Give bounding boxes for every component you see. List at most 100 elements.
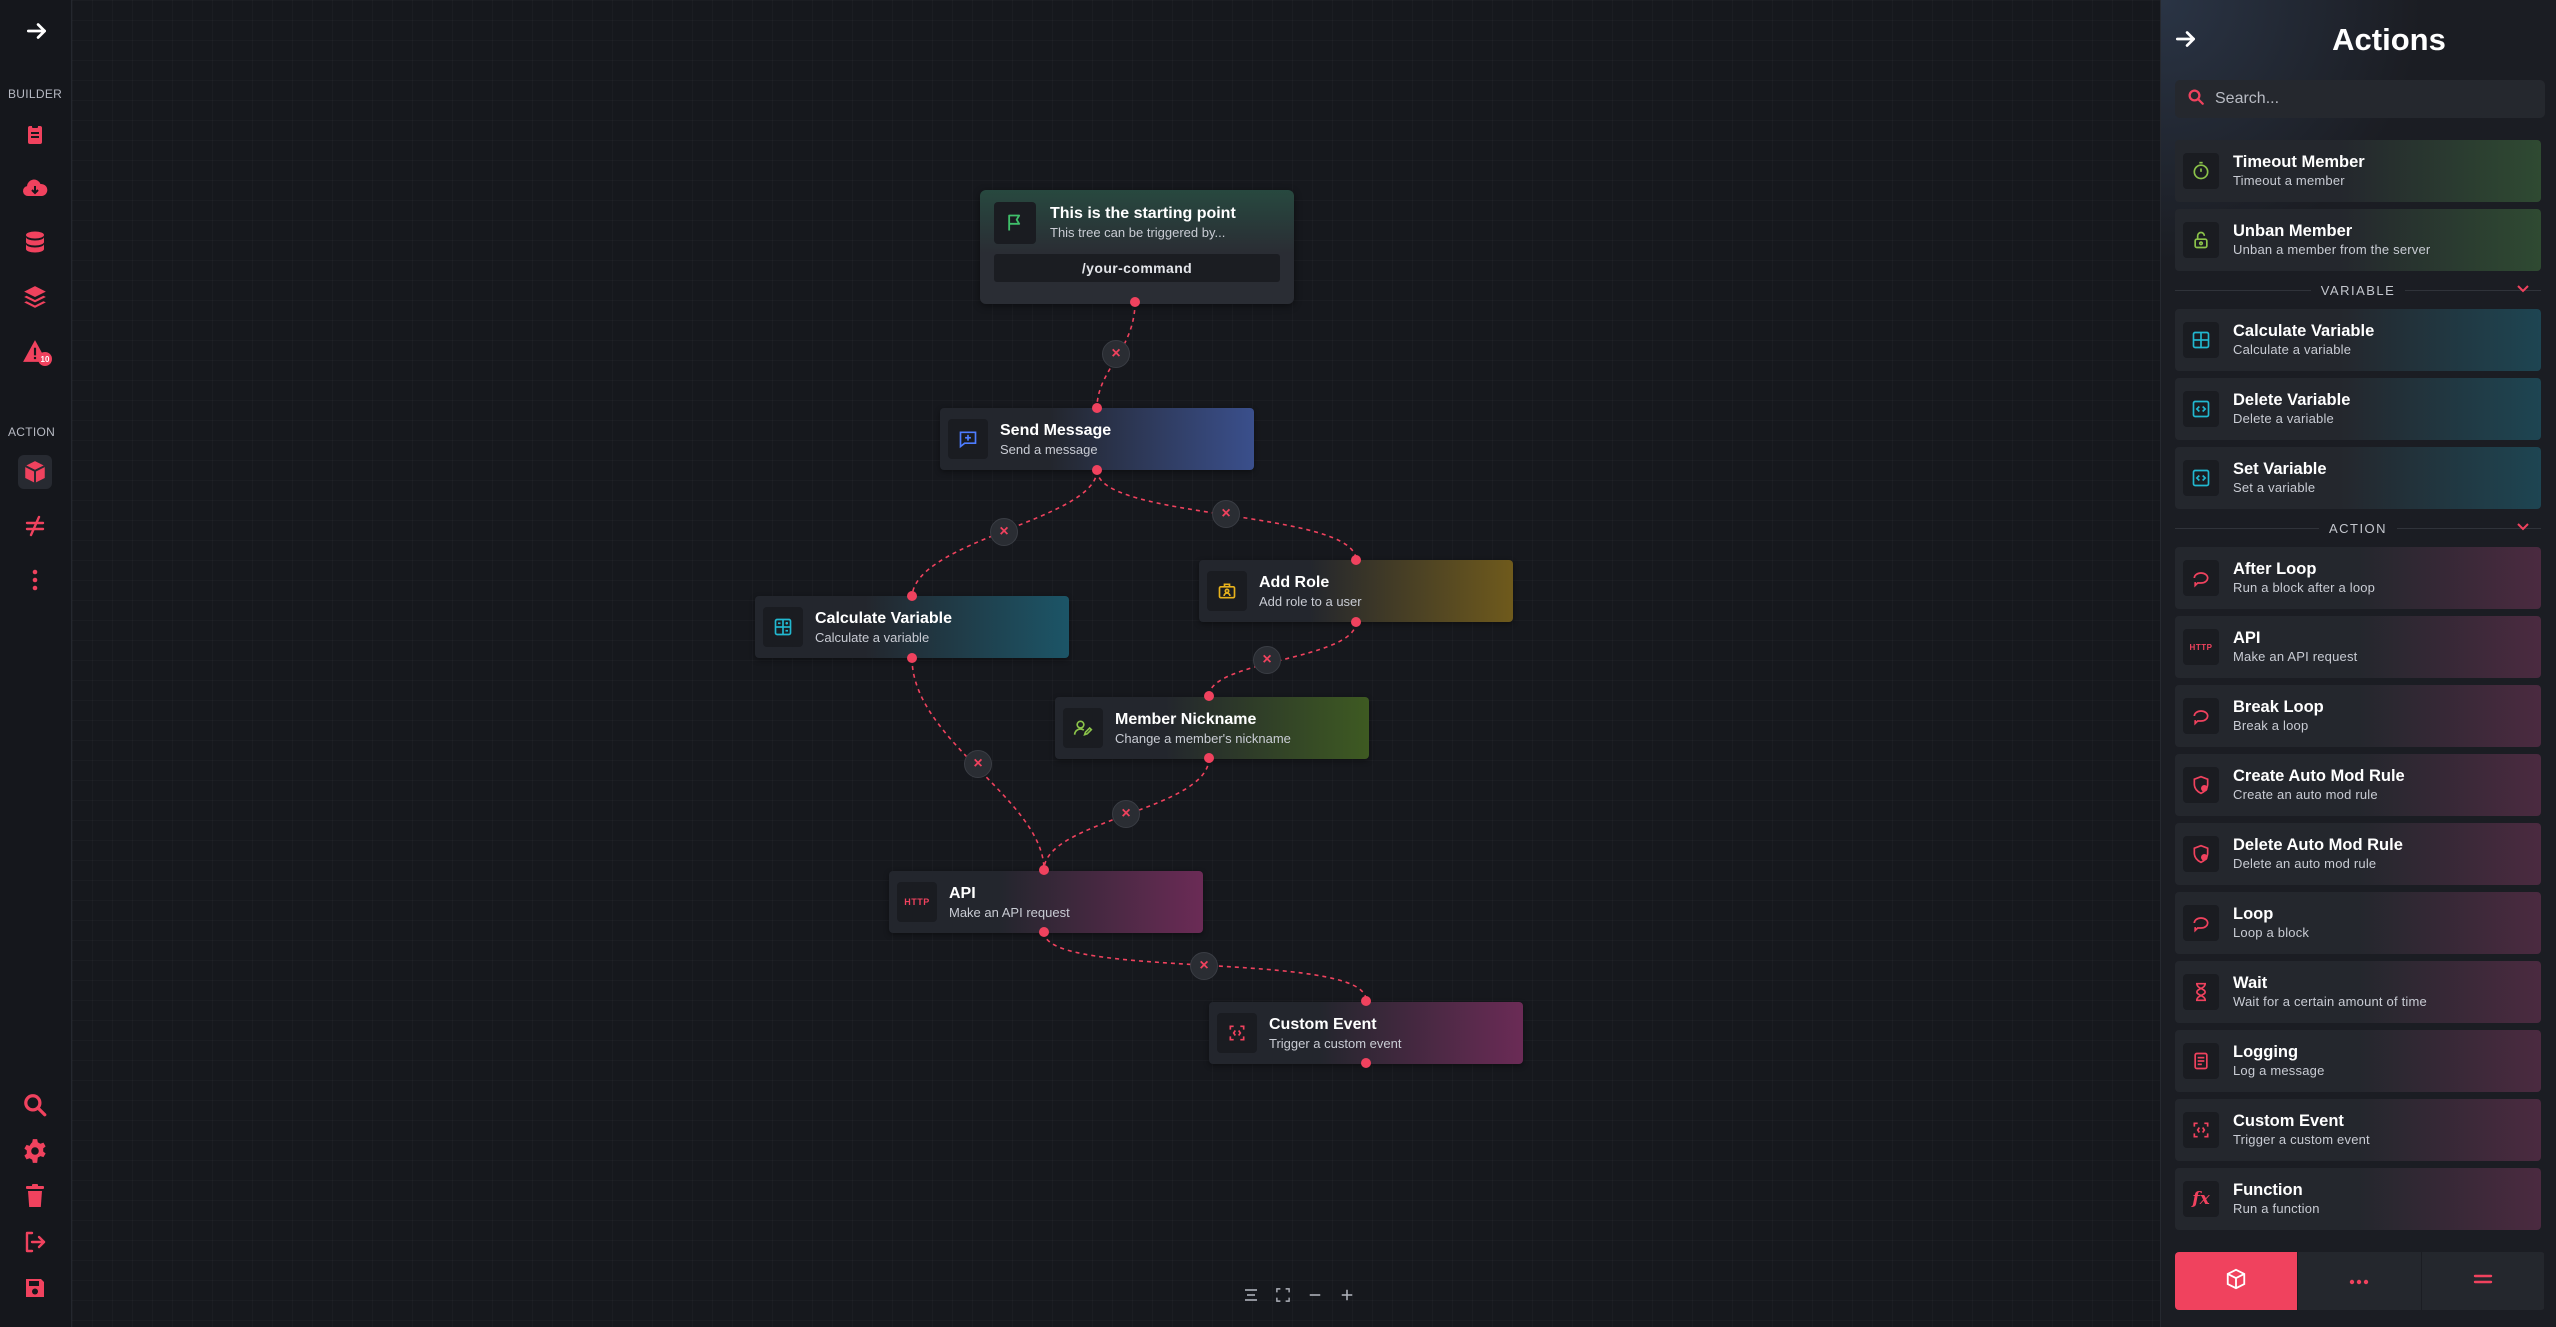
node-input-handle[interactable] <box>907 591 917 601</box>
action-desc: Delete an auto mod rule <box>2233 856 2377 871</box>
action-desc: Log a message <box>2233 1063 2325 1078</box>
more-vertical-icon[interactable] <box>18 563 52 597</box>
action-item-wait[interactable]: Wait Wait for a certain amount of time <box>2175 961 2541 1023</box>
action-title: Delete Variable <box>2233 391 2351 409</box>
node-output-handle[interactable] <box>1039 927 1049 937</box>
edge-delete-button[interactable]: × <box>1253 646 1281 674</box>
zoom-in-icon[interactable] <box>1336 1284 1358 1306</box>
action-title: After Loop <box>2233 560 2317 578</box>
node-send-message[interactable]: Send Message Send a message <box>940 408 1254 470</box>
section-divider-action[interactable]: ACTION <box>2175 514 2541 542</box>
action-item-delete-variable[interactable]: Delete Variable Delete a variable <box>2175 378 2541 440</box>
expand-sidebar-button[interactable] <box>24 18 52 46</box>
align-icon[interactable] <box>1240 1284 1262 1306</box>
gear-icon[interactable] <box>18 1134 52 1168</box>
save-icon[interactable] <box>18 1271 52 1305</box>
node-input-handle[interactable] <box>1039 865 1049 875</box>
node-calculate-variable[interactable]: Calculate Variable Calculate a variable <box>755 596 1069 658</box>
section-label: VARIABLE <box>2310 282 2406 298</box>
node-input-handle[interactable] <box>1204 691 1214 701</box>
edge-delete-button[interactable]: × <box>1102 340 1130 368</box>
action-item-function[interactable]: fx Function Run a function <box>2175 1168 2541 1230</box>
more-horizontal-icon <box>2349 1272 2369 1290</box>
action-title: Logging <box>2233 1043 2299 1061</box>
start-command[interactable]: /your-command <box>994 254 1280 282</box>
action-item-unban-member[interactable]: Unban Member Unban a member from the serv… <box>2175 209 2541 271</box>
section-divider-variable[interactable]: VARIABLE <box>2175 276 2541 304</box>
edge-delete-button[interactable]: × <box>1190 952 1218 980</box>
start-output-handle[interactable] <box>1130 297 1140 307</box>
action-item-logging[interactable]: Logging Log a message <box>2175 1030 2541 1092</box>
node-title: API <box>949 884 976 902</box>
search-icon[interactable] <box>18 1088 52 1122</box>
action-title: Wait <box>2233 974 2268 992</box>
action-item-custom-event[interactable]: Custom Event Trigger a custom event <box>2175 1099 2541 1161</box>
action-item-api[interactable]: HTTP API Make an API request <box>2175 616 2541 678</box>
trash-icon[interactable] <box>18 1179 52 1213</box>
action-item-break-loop[interactable]: Break Loop Break a loop <box>2175 685 2541 747</box>
builder-section-label: BUILDER <box>8 87 63 101</box>
edge-delete-button[interactable]: × <box>990 518 1018 546</box>
panel-tab-bar <box>2175 1252 2545 1310</box>
node-input-handle[interactable] <box>1092 403 1102 413</box>
node-output-handle[interactable] <box>1204 753 1214 763</box>
chevron-down-icon[interactable] <box>2517 282 2529 296</box>
node-desc: Calculate a variable <box>815 629 930 645</box>
node-member-nickname[interactable]: Member Nickname Change a member's nicknam… <box>1055 697 1369 759</box>
tab-actions[interactable] <box>2175 1252 2299 1310</box>
tab-conditions[interactable] <box>2422 1252 2545 1310</box>
unlock-icon <box>2183 222 2219 258</box>
node-output-handle[interactable] <box>1351 617 1361 627</box>
node-output-handle[interactable] <box>1092 465 1102 475</box>
sign-out-icon[interactable] <box>18 1225 52 1259</box>
action-item-loop[interactable]: Loop Loop a block <box>2175 892 2541 954</box>
action-desc: Break a loop <box>2233 718 2309 733</box>
clipboard-icon[interactable] <box>18 117 52 151</box>
database-icon[interactable] <box>18 226 52 260</box>
canvas-controls <box>1240 1284 1358 1306</box>
fit-view-icon[interactable] <box>1272 1284 1294 1306</box>
edge-delete-button[interactable]: × <box>964 750 992 778</box>
action-search[interactable] <box>2175 80 2545 118</box>
node-title: Send Message <box>1000 421 1112 439</box>
start-node[interactable]: This is the starting point This tree can… <box>980 190 1294 304</box>
node-input-handle[interactable] <box>1351 555 1361 565</box>
cube-icon[interactable] <box>18 455 52 489</box>
node-add-role[interactable]: Add Role Add role to a user <box>1199 560 1513 622</box>
action-title: Timeout Member <box>2233 153 2365 171</box>
action-item-calculate-variable[interactable]: Calculate Variable Calculate a variable <box>2175 309 2541 371</box>
node-input-handle[interactable] <box>1361 996 1371 1006</box>
edge-delete-button[interactable]: × <box>1112 800 1140 828</box>
zoom-out-icon[interactable] <box>1304 1284 1326 1306</box>
briefcase-user-icon <box>1207 571 1247 611</box>
action-title: Break Loop <box>2233 698 2324 716</box>
node-custom-event[interactable]: Custom Event Trigger a custom event <box>1209 1002 1523 1064</box>
action-item-timeout-member[interactable]: Timeout Member Timeout a member <box>2175 140 2541 202</box>
action-item-delete-auto-mod-rule[interactable]: Delete Auto Mod Rule Delete an auto mod r… <box>2175 823 2541 885</box>
node-title: Calculate Variable <box>815 609 952 627</box>
action-title: Create Auto Mod Rule <box>2233 767 2405 785</box>
node-output-handle[interactable] <box>907 653 917 663</box>
action-item-set-variable[interactable]: Set Variable Set a variable <box>2175 447 2541 509</box>
search-input[interactable] <box>2215 90 2515 108</box>
edge-delete-button[interactable]: × <box>1212 500 1240 528</box>
action-desc: Trigger a custom event <box>2233 1132 2370 1147</box>
cloud-download-icon[interactable] <box>18 172 52 206</box>
layers-icon[interactable] <box>18 280 52 314</box>
not-equal-icon[interactable] <box>18 509 52 543</box>
chevron-down-icon[interactable] <box>2517 520 2529 534</box>
alert-icon[interactable]: 10 <box>18 334 52 368</box>
tab-more[interactable] <box>2298 1252 2422 1310</box>
loop-icon <box>2183 698 2219 734</box>
action-item-create-auto-mod-rule[interactable]: Create Auto Mod Rule Create an auto mod r… <box>2175 754 2541 816</box>
action-desc: Unban a member from the server <box>2233 242 2431 257</box>
node-output-handle[interactable] <box>1361 1058 1371 1068</box>
flow-canvas[interactable]: This is the starting point This tree can… <box>72 0 2160 1327</box>
node-api[interactable]: HTTP API Make an API request <box>889 871 1203 933</box>
custom-event-icon <box>2183 1112 2219 1148</box>
action-desc: Loop a block <box>2233 925 2310 940</box>
user-edit-icon <box>1063 708 1103 748</box>
stopwatch-icon <box>2183 153 2219 189</box>
action-item-after-loop[interactable]: After Loop Run a block after a loop <box>2175 547 2541 609</box>
node-title: Member Nickname <box>1115 710 1257 728</box>
